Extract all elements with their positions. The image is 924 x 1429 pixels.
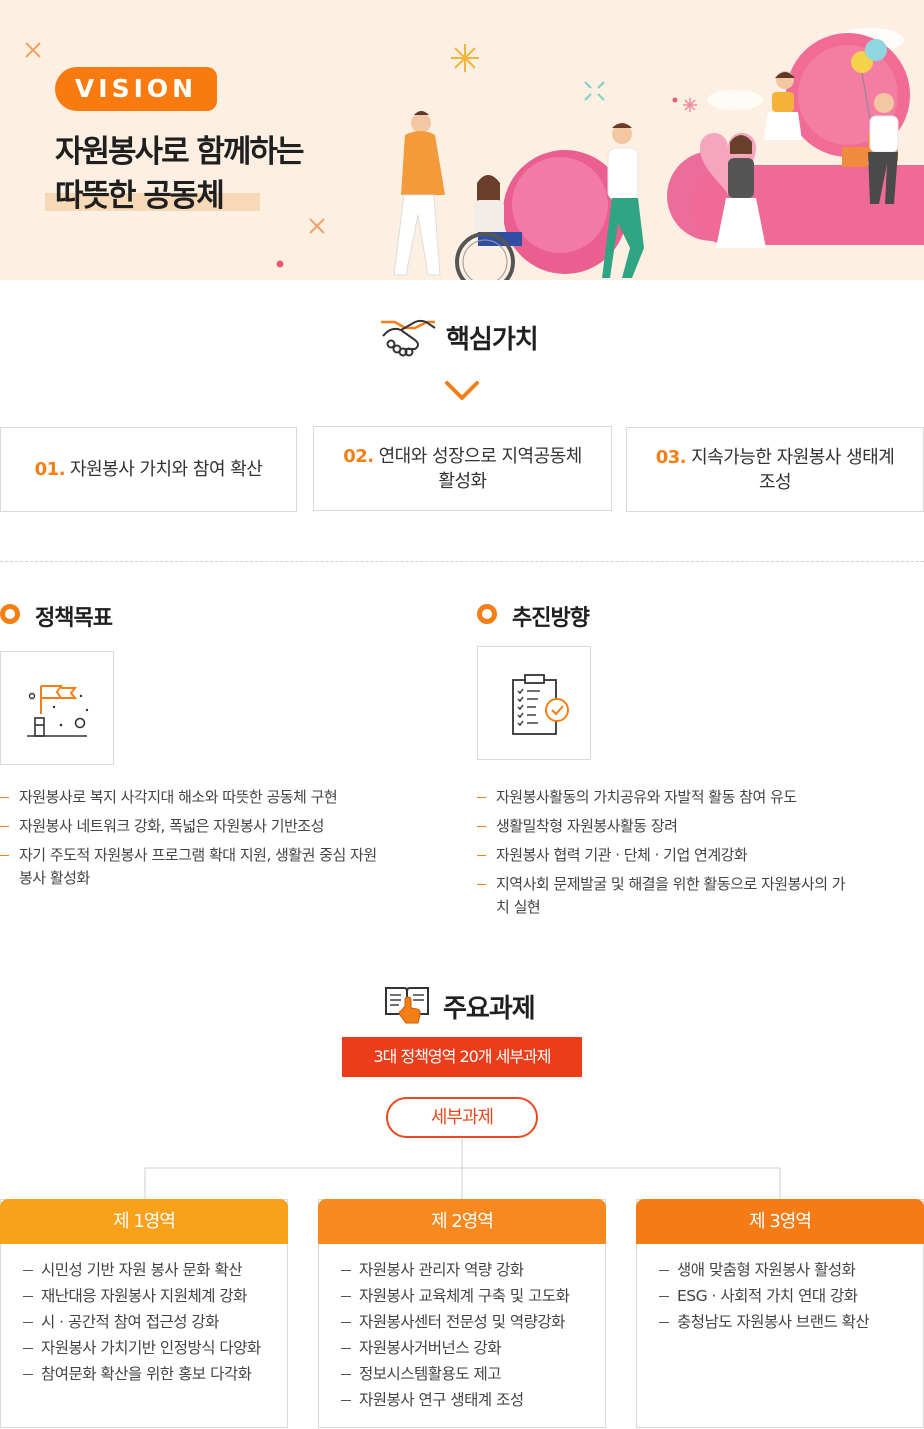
hero-title-line1: 자원봉사로 함께하는 (55, 134, 304, 170)
area-title: 제 3영역 (636, 1199, 924, 1244)
core-value-3: 03. 지속가능한 자원봉사 생태계 조성 (626, 427, 924, 512)
area-title: 제 2영역 (318, 1199, 606, 1244)
list-item: 생애 맞춤형 자원봉사 활성화 (657, 1257, 923, 1283)
core-value-text: 지속가능한 자원봉사 생태계 조성 (691, 446, 895, 493)
list-item: 자원봉사 협력 기관 · 단체 · 기업 연계강화 (477, 844, 847, 867)
list-item: 자원봉사 관리자 역량 강화 (339, 1257, 605, 1283)
list-item: 충청남도 자원봉사 브랜드 확산 (657, 1309, 923, 1335)
core-value-num: 02. (343, 445, 374, 467)
list-item: 참여문화 확산을 위한 홍보 다각화 (21, 1361, 287, 1387)
list-item: 자원봉사거버넌스 강화 (339, 1335, 605, 1361)
core-value-text: 자원봉사 가치와 참여 확산 (70, 459, 263, 480)
policy-goals-icon-box (0, 651, 114, 765)
core-value-num: 01. (34, 459, 66, 480)
hero-banner: VISION 자원봉사로 함께하는 따뜻한 공동체 (0, 0, 924, 280)
core-value-text: 연대와 성장으로 지역공동체 활성화 (378, 445, 583, 492)
list-item: 정보시스템활용도 제고 (339, 1361, 605, 1387)
core-value-1: 01. 자원봉사 가치와 참여 확산 (0, 427, 297, 512)
list-item: ESG · 사회적 가치 연대 강화 (657, 1283, 923, 1309)
bullet-ring-icon (0, 604, 20, 624)
list-item: 생활밀착형 자원봉사활동 장려 (477, 815, 847, 838)
handshake-icon (381, 319, 436, 357)
list-item: 자원봉사 교육체계 구축 및 고도화 (339, 1283, 605, 1309)
directions-title: 추진방향 (512, 606, 590, 631)
flag-icon (27, 685, 89, 737)
list-item: 지역사회 문제발굴 및 해결을 위한 활동으로 자원봉사의 가치 실현 (477, 873, 847, 919)
list-item: 자원봉사센터 전문성 및 역량강화 (339, 1309, 605, 1335)
core-value-num: 03. (655, 446, 687, 468)
list-item: 재난대응 자원봉사 지원체계 강화 (21, 1283, 287, 1309)
core-values-title: 핵심가치 (446, 325, 539, 355)
area-title: 제 1영역 (0, 1199, 288, 1244)
section-divider (0, 561, 924, 562)
list-item: 자원봉사활동의 가치공유와 자발적 활동 참여 유도 (477, 786, 847, 809)
area-card-2: 제 2영역 자원봉사 관리자 역량 강화 자원봉사 교육체계 구축 및 고도화 … (318, 1199, 606, 1428)
directions-icon-box (477, 646, 591, 760)
book-pointer-icon (385, 987, 429, 1024)
main-tasks-title: 주요과제 (443, 994, 536, 1024)
vision-badge: VISION (55, 67, 217, 111)
core-value-2: 02. 연대와 성장으로 지역공동체 활성화 (313, 426, 612, 511)
chevron-down-icon (445, 381, 479, 400)
area-card-3: 제 3영역 생애 맞춤형 자원봉사 활성화 ESG · 사회적 가치 연대 강화… (636, 1199, 924, 1428)
list-item: 시 · 공간적 참여 접근성 강화 (21, 1309, 287, 1335)
area-task-list: 생애 맞춤형 자원봉사 활성화 ESG · 사회적 가치 연대 강화 충청남도 … (637, 1244, 923, 1347)
area-card-1: 제 1영역 시민성 기반 자원 봉사 문화 확산 재난대응 자원봉사 지원체계 … (0, 1199, 288, 1428)
list-item: 자기 주도적 자원봉사 프로그램 확대 지원, 생활권 중심 자원봉사 활성화 (0, 844, 380, 890)
policy-goals-title: 정책목표 (35, 606, 113, 631)
policy-goals-list: 자원봉사로 복지 사각지대 해소와 따뜻한 공동체 구현 자원봉사 네트워크 강… (0, 786, 380, 896)
list-item: 자원봉사 연구 생태계 조성 (339, 1387, 605, 1413)
bullet-ring-icon (477, 604, 497, 624)
list-item: 자원봉사로 복지 사각지대 해소와 따뜻한 공동체 구현 (0, 786, 380, 809)
hero-title-line2: 따뜻한 공동체 (55, 178, 225, 214)
checklist-icon (512, 674, 569, 735)
list-item: 시민성 기반 자원 봉사 문화 확산 (21, 1257, 287, 1283)
list-item: 자원봉사 네트워크 강화, 폭넓은 자원봉사 기반조성 (0, 815, 380, 838)
area-task-list: 자원봉사 관리자 역량 강화 자원봉사 교육체계 구축 및 고도화 자원봉사센터… (319, 1244, 605, 1425)
directions-list: 자원봉사활동의 가치공유와 자발적 활동 참여 유도 생활밀착형 자원봉사활동 … (477, 786, 847, 925)
subtask-pill: 세부과제 (386, 1097, 538, 1138)
policy-area-banner: 3대 정책영역 20개 세부과제 (342, 1037, 582, 1077)
area-task-list: 시민성 기반 자원 봉사 문화 확산 재난대응 자원봉사 지원체계 강화 시 ·… (1, 1244, 287, 1399)
list-item: 자원봉사 가치기반 인정방식 다양화 (21, 1335, 287, 1361)
